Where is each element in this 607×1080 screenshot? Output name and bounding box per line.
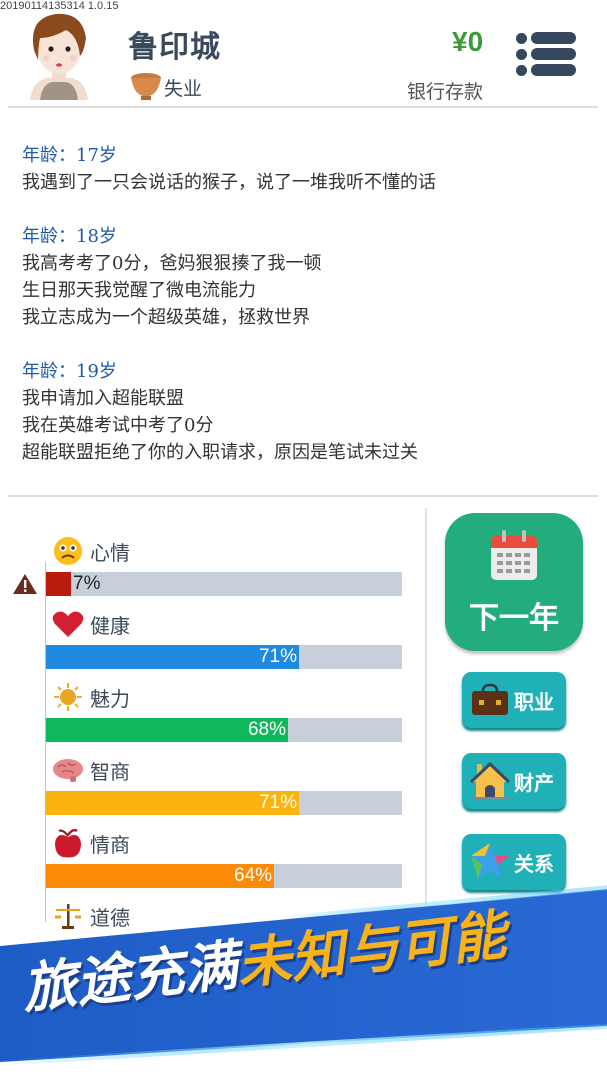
promo-slogan-gold: 未知与可能	[233, 903, 510, 997]
stat-bar: 71%	[46, 645, 402, 669]
career-button[interactable]: 职业	[462, 672, 566, 728]
panel-separator	[425, 508, 427, 928]
stat-label: 健康	[90, 613, 130, 638]
stat-label: 魅力	[90, 686, 130, 711]
bank-balance: ¥0	[452, 26, 484, 57]
player-avatar[interactable]	[22, 8, 96, 100]
calendar-icon	[489, 528, 539, 582]
log-line: 我遇到了一只会说话的猴子，说了一堆我听不懂的话	[22, 172, 436, 193]
stat-charm: 魅力 68%	[46, 680, 402, 752]
promo-slogan-white: 旅途充满	[19, 933, 241, 1021]
log-line: 我立志成为一个超级英雄，拯救世界	[22, 307, 310, 328]
stat-label: 道德	[90, 905, 130, 930]
stat-bar: 7%	[46, 572, 402, 596]
property-button[interactable]: 财产	[462, 753, 566, 809]
briefcase-icon	[468, 678, 512, 722]
relations-label: 关系	[514, 851, 554, 876]
log-age: 年龄：19岁	[22, 361, 117, 382]
stat-mood: 心情 7%	[46, 534, 402, 606]
log-line: 我申请加入超能联盟	[22, 388, 184, 409]
bowl-icon	[130, 72, 162, 102]
stat-bar: 64%	[46, 864, 402, 888]
stat-label: 智商	[90, 759, 130, 784]
heart-icon	[52, 608, 84, 640]
sun-icon	[52, 681, 84, 713]
stat-bar: 71%	[46, 791, 402, 815]
sad-face-icon	[52, 535, 84, 567]
stat-label: 情商	[90, 832, 130, 857]
property-label: 财产	[514, 770, 554, 795]
career-label: 职业	[514, 689, 554, 714]
stat-bar-fill	[46, 572, 71, 596]
star-icon	[468, 840, 512, 884]
log-line: 我在英雄考试中考了0分	[22, 415, 214, 436]
job-label: 失业	[164, 77, 203, 100]
house-icon	[468, 759, 512, 803]
stat-label: 心情	[90, 540, 130, 565]
bank-label: 银行存款	[407, 81, 484, 103]
stat-value: 71%	[258, 646, 297, 667]
log-line: 超能联盟拒绝了你的入职请求，原因是笔试未过关	[22, 442, 418, 463]
life-log: 年龄：17岁 我遇到了一只会说话的猴子，说了一堆我听不懂的话 年龄：18岁 我高…	[22, 142, 592, 493]
log-age: 年龄：17岁	[22, 145, 117, 166]
log-entry: 年龄：18岁 我高考考了0分，爸妈狠狠揍了我一顿 生日那天我觉醒了微电流能力 我…	[22, 223, 592, 331]
next-year-button[interactable]: 下一年	[445, 513, 583, 651]
apple-icon	[52, 827, 84, 859]
header-divider	[8, 106, 598, 108]
menu-button[interactable]	[516, 30, 576, 76]
warning-icon	[12, 573, 38, 595]
stat-bar: 68%	[46, 718, 402, 742]
log-divider	[8, 495, 598, 497]
stat-eq: 情商 64%	[46, 826, 402, 898]
stat-value: 7%	[73, 573, 101, 594]
stat-value: 68%	[247, 719, 286, 740]
log-line: 我高考考了0分，爸妈狠狠揍了我一顿	[22, 253, 322, 274]
stat-health: 健康 71%	[46, 607, 402, 679]
stat-value: 71%	[258, 792, 297, 813]
next-year-label: 下一年	[469, 601, 559, 636]
scales-icon	[52, 900, 84, 932]
job-status: 失业	[130, 72, 202, 102]
stat-iq: 智商 71%	[46, 753, 402, 825]
relations-button[interactable]: 关系	[462, 834, 566, 890]
log-line: 生日那天我觉醒了微电流能力	[22, 280, 256, 301]
brain-icon	[52, 754, 84, 786]
stat-value: 64%	[233, 865, 272, 886]
log-age: 年龄：18岁	[22, 226, 117, 247]
player-name: 鲁印城	[128, 30, 221, 65]
log-entry: 年龄：17岁 我遇到了一只会说话的猴子，说了一堆我听不懂的话	[22, 142, 592, 196]
log-entry: 年龄：19岁 我申请加入超能联盟 我在英雄考试中考了0分 超能联盟拒绝了你的入职…	[22, 358, 592, 466]
